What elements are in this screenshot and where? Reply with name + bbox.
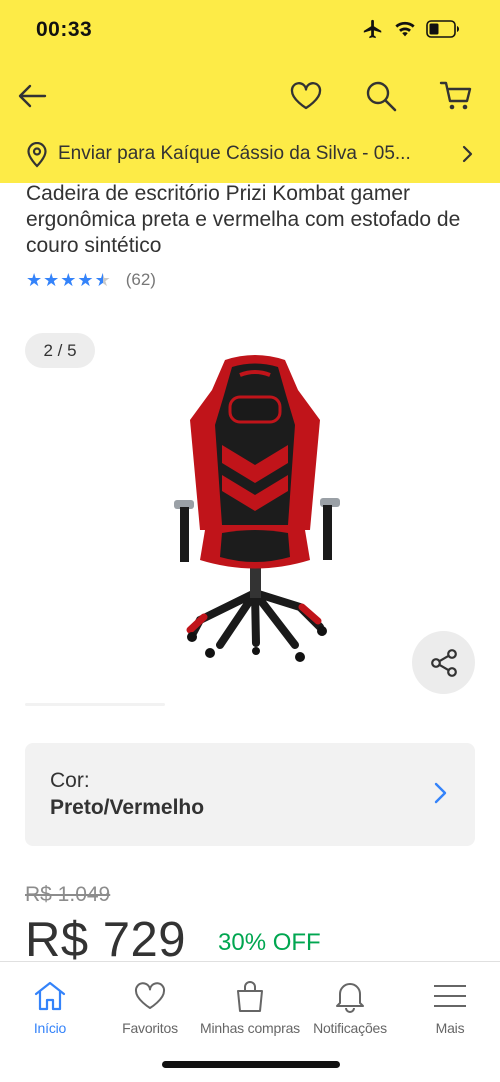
shopping-bag-icon [237,981,263,1012]
tab-inicio[interactable]: Início [0,962,100,1042]
menu-icon [434,985,466,1007]
shipping-address-bar[interactable]: Enviar para Kaíque Cássio da Silva - 05.… [0,134,500,174]
share-icon [430,648,457,677]
wifi-icon [395,21,415,37]
image-counter: 2 / 5 [25,333,95,368]
tab-label: Notificações [313,1020,387,1036]
star-icon: ★ [60,270,77,290]
status-icons [362,18,460,40]
top-header: 00:33 Enviar para Kaíque Cássio da Silva… [0,0,500,183]
current-price: R$ 729 [25,913,187,967]
status-bar: 00:33 [0,0,500,60]
status-time: 00:33 [36,18,93,41]
half-star-icon: ★ [94,270,111,290]
product-image-gaming-chair[interactable] [160,345,350,670]
star-icon: ★ [26,270,43,290]
cart-button[interactable] [436,76,476,116]
color-selector[interactable]: Cor: Preto/Vermelho [25,743,475,846]
tab-label: Favoritos [122,1020,178,1036]
battery-icon [426,20,459,38]
nav-bar [0,70,500,120]
heart-icon [134,982,166,1009]
tab-label: Mais [435,1020,465,1036]
discount-badge: 30% OFF [218,929,321,956]
gallery-divider [25,703,165,706]
tab-minhas-compras[interactable]: Minhas compras [200,962,300,1042]
rating-count: (62) [125,270,156,289]
rating-stars: ★ ★ ★ ★ ★ [26,270,111,290]
home-icon [34,981,66,1011]
tab-label: Início [33,1020,67,1036]
search-icon [366,81,397,112]
color-value: Preto/Vermelho [50,796,205,819]
share-button[interactable] [412,631,475,694]
home-indicator [162,1061,340,1068]
star-icon: ★ [43,270,60,290]
favorite-button[interactable] [286,76,326,116]
product-rating[interactable]: ★ ★ ★ ★ ★ (62) [26,270,156,290]
airplane-icon [363,19,382,39]
color-label: Cor: [50,769,90,792]
star-icon: ★ [77,270,94,290]
arrow-left-icon [18,84,47,108]
tab-label: Minhas compras [200,1020,300,1036]
location-pin-icon [27,142,47,168]
product-title: Cadeira de escritório Prizi Kombat gamer… [26,182,461,257]
cart-icon [439,81,472,110]
tab-favoritos[interactable]: Favoritos [100,962,200,1042]
shipping-address-text: Enviar para Kaíque Cássio da Silva - 05.… [58,143,411,164]
search-button[interactable] [361,76,401,116]
tab-mais[interactable]: Mais [400,962,500,1042]
heart-icon [290,82,322,110]
tab-notificacoes[interactable]: Notificações [300,962,400,1042]
product-page: 00:33 Enviar para Kaíque Cássio da Silva… [0,0,500,1082]
old-price: R$ 1.049 [25,883,111,906]
chevron-right-icon [462,145,473,163]
bell-icon [336,983,364,1013]
chevron-right-icon [434,782,447,804]
back-button[interactable] [12,76,52,116]
